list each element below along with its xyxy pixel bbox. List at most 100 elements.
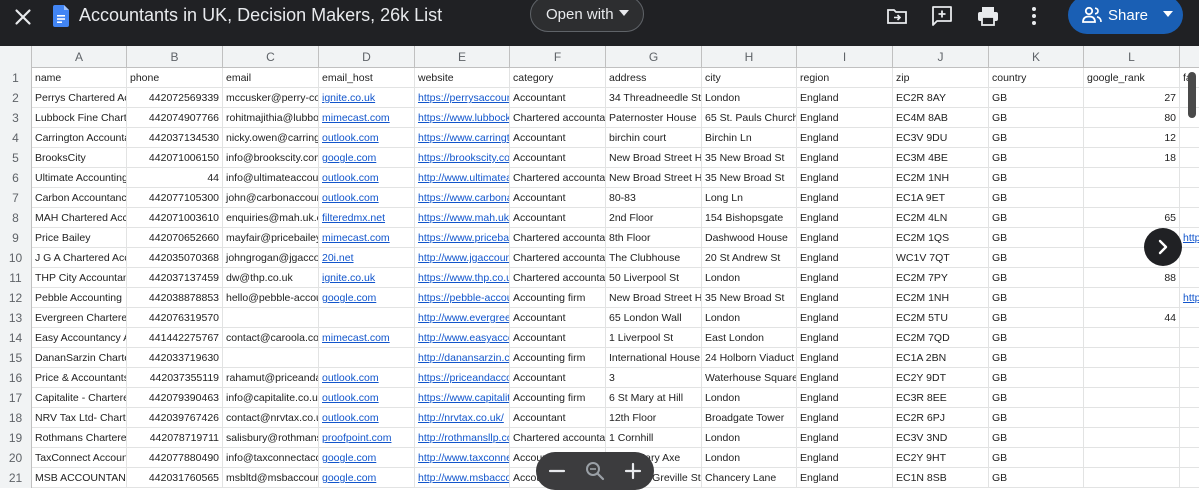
table-cell[interactable] bbox=[319, 348, 415, 368]
table-cell[interactable] bbox=[1180, 168, 1199, 188]
column-header-e[interactable]: E bbox=[415, 46, 510, 68]
table-cell[interactable]: Accounting firm bbox=[510, 348, 606, 368]
table-cell[interactable]: https://www.capitalite bbox=[415, 388, 510, 408]
table-cell[interactable]: 442037134530 bbox=[127, 128, 223, 148]
table-cell[interactable]: England bbox=[797, 348, 893, 368]
table-cell[interactable]: Accountant bbox=[510, 208, 606, 228]
table-cell[interactable]: https://www.pricebail bbox=[415, 228, 510, 248]
column-title-cell[interactable]: website bbox=[415, 68, 510, 88]
table-cell[interactable] bbox=[1180, 388, 1199, 408]
table-cell[interactable]: GB bbox=[989, 148, 1084, 168]
table-cell[interactable]: GB bbox=[989, 108, 1084, 128]
table-cell[interactable]: 2nd Floor bbox=[606, 208, 702, 228]
table-cell[interactable]: GB bbox=[989, 168, 1084, 188]
table-cell[interactable]: mimecast.com bbox=[319, 228, 415, 248]
table-cell[interactable]: https://www.mah.uk.c bbox=[415, 208, 510, 228]
table-cell[interactable]: john@carbonaccour bbox=[223, 188, 319, 208]
column-title-cell[interactable]: country bbox=[989, 68, 1084, 88]
table-cell[interactable]: 442038878853 bbox=[127, 288, 223, 308]
table-cell[interactable]: Paternoster House bbox=[606, 108, 702, 128]
table-cell[interactable]: salisbury@rothmansl bbox=[223, 428, 319, 448]
table-cell[interactable]: EC3M 4BE bbox=[893, 148, 989, 168]
table-cell[interactable]: 442037355119 bbox=[127, 368, 223, 388]
column-header-f[interactable]: F bbox=[510, 46, 606, 68]
table-cell[interactable]: New Broad Street Ho bbox=[606, 148, 702, 168]
table-cell[interactable]: Chancery Lane bbox=[702, 468, 797, 488]
column-title-cell[interactable]: city bbox=[702, 68, 797, 88]
table-cell[interactable]: WC1V 7QT bbox=[893, 248, 989, 268]
table-cell[interactable]: Accountant bbox=[510, 368, 606, 388]
table-cell[interactable]: New Broad Street Ho bbox=[606, 288, 702, 308]
table-cell[interactable]: dw@thp.co.uk bbox=[223, 268, 319, 288]
column-title-cell[interactable]: google_rank bbox=[1084, 68, 1180, 88]
table-cell[interactable]: 154 Bishopsgate bbox=[702, 208, 797, 228]
column-header-a[interactable]: A bbox=[32, 46, 127, 68]
table-cell[interactable]: 442072569339 bbox=[127, 88, 223, 108]
row-number[interactable]: 4 bbox=[0, 128, 32, 148]
table-cell[interactable]: GB bbox=[989, 248, 1084, 268]
table-cell[interactable]: https://perrysaccount bbox=[415, 88, 510, 108]
column-header-i[interactable]: I bbox=[797, 46, 893, 68]
table-cell[interactable]: Chartered accountar bbox=[510, 268, 606, 288]
table-cell[interactable]: mccusker@perry-con bbox=[223, 88, 319, 108]
table-cell[interactable]: TaxConnect Accoun bbox=[32, 448, 127, 468]
table-cell[interactable]: EC3V 3ND bbox=[893, 428, 989, 448]
more-vert-icon[interactable] bbox=[1022, 4, 1046, 28]
table-cell[interactable]: Carbon Accountancy bbox=[32, 188, 127, 208]
table-cell[interactable]: 441442275767 bbox=[127, 328, 223, 348]
table-cell[interactable]: http://www.msbacco bbox=[415, 468, 510, 488]
table-cell[interactable] bbox=[1180, 428, 1199, 448]
table-cell[interactable] bbox=[1180, 208, 1199, 228]
table-cell[interactable]: https://www.carbona bbox=[415, 188, 510, 208]
table-cell[interactable] bbox=[1180, 128, 1199, 148]
table-cell[interactable]: 8th Floor bbox=[606, 228, 702, 248]
table-cell[interactable]: 24 Holborn Viaduct bbox=[702, 348, 797, 368]
row-number[interactable]: 19 bbox=[0, 428, 32, 448]
table-cell[interactable]: Accountant bbox=[510, 188, 606, 208]
table-cell[interactable]: 442077105300 bbox=[127, 188, 223, 208]
table-cell[interactable]: 442071006150 bbox=[127, 148, 223, 168]
table-cell[interactable]: google.com bbox=[319, 468, 415, 488]
table-cell[interactable]: THP City Accountan bbox=[32, 268, 127, 288]
table-cell[interactable]: 442035070368 bbox=[127, 248, 223, 268]
table-cell[interactable]: outlook.com bbox=[319, 388, 415, 408]
table-cell[interactable]: 6 St Mary at Hill bbox=[606, 388, 702, 408]
table-cell[interactable]: EC4M 8AB bbox=[893, 108, 989, 128]
column-header-l[interactable]: L bbox=[1084, 46, 1180, 68]
row-number[interactable]: 5 bbox=[0, 148, 32, 168]
table-cell[interactable]: http://www.jgaccount bbox=[415, 248, 510, 268]
table-cell[interactable]: The Clubhouse bbox=[606, 248, 702, 268]
table-cell[interactable]: 34 Threadneedle St bbox=[606, 88, 702, 108]
table-cell[interactable]: 442077880490 bbox=[127, 448, 223, 468]
row-number[interactable]: 20 bbox=[0, 448, 32, 468]
table-cell[interactable]: 88 bbox=[1084, 268, 1180, 288]
table-cell[interactable]: England bbox=[797, 208, 893, 228]
table-cell[interactable]: https://www.carringto bbox=[415, 128, 510, 148]
table-cell[interactable]: England bbox=[797, 408, 893, 428]
table-cell[interactable]: msbltd@msbaccour bbox=[223, 468, 319, 488]
table-cell[interactable]: EC1A 2BN bbox=[893, 348, 989, 368]
table-cell[interactable]: 442031760565 bbox=[127, 468, 223, 488]
column-header-d[interactable]: D bbox=[319, 46, 415, 68]
table-cell[interactable]: rohitmajithia@lubbo bbox=[223, 108, 319, 128]
row-number[interactable]: 17 bbox=[0, 388, 32, 408]
table-cell[interactable] bbox=[1180, 448, 1199, 468]
row-number[interactable]: 8 bbox=[0, 208, 32, 228]
table-cell[interactable]: GB bbox=[989, 328, 1084, 348]
table-cell[interactable]: https://pebble-accou bbox=[415, 288, 510, 308]
table-cell[interactable]: https://www.lubbockf bbox=[415, 108, 510, 128]
row-number[interactable]: 7 bbox=[0, 188, 32, 208]
table-cell[interactable]: http bbox=[1180, 288, 1199, 308]
next-page-button[interactable] bbox=[1144, 228, 1182, 266]
table-cell[interactable]: London bbox=[702, 428, 797, 448]
table-cell[interactable]: BrooksCity bbox=[32, 148, 127, 168]
table-cell[interactable]: EC2M 5TU bbox=[893, 308, 989, 328]
print-icon[interactable] bbox=[976, 4, 1000, 28]
table-cell[interactable]: EC2M 7PY bbox=[893, 268, 989, 288]
table-cell[interactable]: EC2M 1NH bbox=[893, 288, 989, 308]
row-number[interactable]: 10 bbox=[0, 248, 32, 268]
table-cell[interactable]: Accountant bbox=[510, 408, 606, 428]
column-title-cell[interactable]: email_host bbox=[319, 68, 415, 88]
table-cell[interactable]: google.com bbox=[319, 288, 415, 308]
table-cell[interactable]: 442037137459 bbox=[127, 268, 223, 288]
